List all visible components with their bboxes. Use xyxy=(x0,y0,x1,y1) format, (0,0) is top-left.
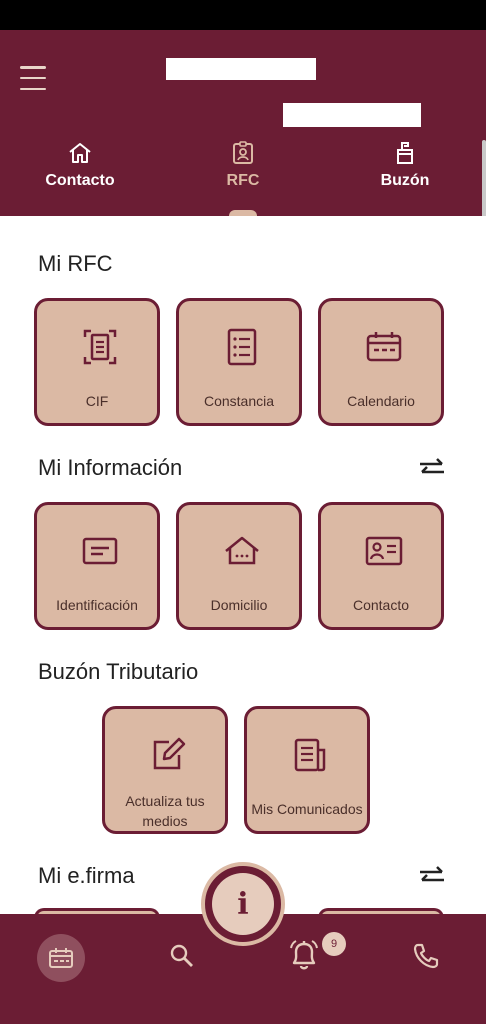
card-label: Calendario xyxy=(347,393,415,409)
tab-label: RFC xyxy=(226,172,260,189)
card-mis-comunicados[interactable]: Mis Comunicados xyxy=(244,706,370,834)
redacted-rfc xyxy=(283,103,421,127)
card-domicilio[interactable]: Domicilio xyxy=(176,502,302,630)
card-actualiza-medios[interactable]: Actualiza tus medios xyxy=(102,706,228,834)
tab-rfc[interactable]: RFC xyxy=(183,140,303,190)
contact-card-icon xyxy=(365,536,403,566)
card-contacto[interactable]: Contacto xyxy=(318,502,444,630)
info-button[interactable]: i xyxy=(212,873,274,935)
home-icon xyxy=(69,143,91,163)
section-title-buzon: Buzón Tributario xyxy=(38,659,199,684)
notification-badge: 9 xyxy=(322,932,346,956)
swap-arrows-icon[interactable] xyxy=(418,865,446,887)
card-label: Identificación xyxy=(56,597,138,613)
card-constancia[interactable]: Constancia xyxy=(176,298,302,426)
scan-document-icon xyxy=(83,329,117,365)
app-header: Contacto RFC Buzón xyxy=(0,30,486,218)
card-cif[interactable]: CIF xyxy=(34,298,160,426)
checklist-document-icon xyxy=(227,328,257,366)
card-label: Domicilio xyxy=(210,597,268,613)
menu-icon[interactable] xyxy=(20,66,46,90)
bell-icon[interactable] xyxy=(288,938,320,972)
card-label: Actualiza tus medios xyxy=(125,793,205,829)
tab-buzon[interactable]: Buzón xyxy=(345,140,465,190)
calendar-icon xyxy=(49,948,73,968)
section-title-rfc: Mi RFC xyxy=(38,251,113,276)
status-bar xyxy=(0,0,486,30)
main-content: Mi RFC CIF Constancia Calendario Mi Info… xyxy=(0,216,486,916)
mailbox-icon xyxy=(397,142,413,164)
newspaper-icon xyxy=(294,738,326,772)
card-identificacion[interactable]: Identificación xyxy=(34,502,160,630)
card-label: Mis Comunicados xyxy=(251,801,363,817)
swap-arrows-icon[interactable] xyxy=(418,457,446,479)
redacted-name xyxy=(166,58,316,80)
card-label: Constancia xyxy=(203,393,275,409)
phone-icon[interactable] xyxy=(412,942,440,970)
card-calendario[interactable]: Calendario xyxy=(318,298,444,426)
id-badge-icon xyxy=(233,141,253,164)
calendar-icon xyxy=(366,332,402,362)
house-icon xyxy=(225,536,259,565)
card-label: CIF xyxy=(85,393,109,409)
id-card-icon xyxy=(82,537,118,565)
section-title-efirma: Mi e.firma xyxy=(38,863,135,888)
section-title-informacion: Mi Información xyxy=(38,455,183,480)
card-label: Contacto xyxy=(352,597,410,613)
edit-icon xyxy=(153,737,186,770)
tab-contacto[interactable]: Contacto xyxy=(20,140,140,190)
tab-label: Contacto xyxy=(45,172,115,189)
search-icon[interactable] xyxy=(168,942,196,970)
tab-label: Buzón xyxy=(380,172,430,189)
nav-calendar-button[interactable] xyxy=(37,934,85,982)
